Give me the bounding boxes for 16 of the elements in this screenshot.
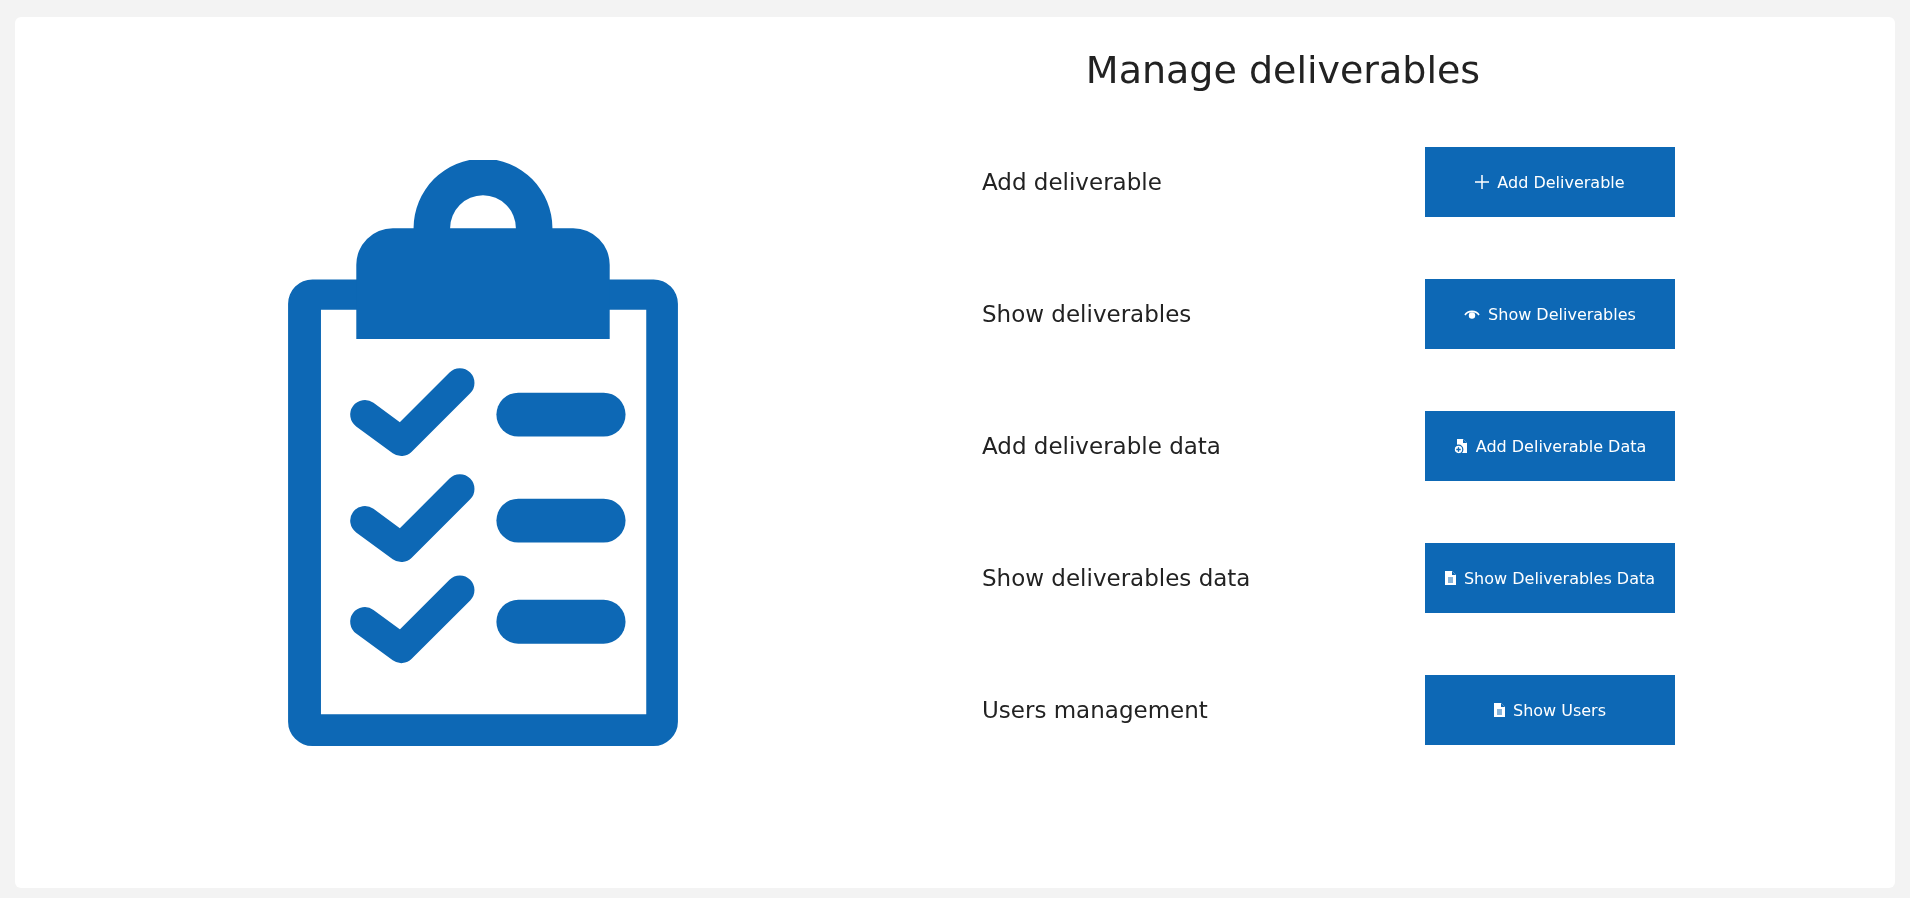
- plus-icon: [1475, 175, 1490, 189]
- action-label: Show deliverables data: [982, 565, 1252, 591]
- action-label: Add deliverable data: [982, 433, 1222, 459]
- document-icon: [1493, 703, 1505, 717]
- action-label: Add deliverable: [982, 169, 1163, 195]
- action-button[interactable]: Show Deliverables: [1425, 279, 1675, 349]
- action-button[interactable]: Add Deliverable Data: [1425, 411, 1675, 481]
- action-label: Users management: [982, 697, 1209, 723]
- file-plus-icon: [1453, 438, 1468, 454]
- action-button[interactable]: Add Deliverable: [1425, 147, 1675, 217]
- eye-icon: [1464, 308, 1481, 320]
- action-button[interactable]: Show Deliverables Data: [1425, 543, 1675, 613]
- page-title: Manage deliverables: [1084, 47, 1482, 93]
- document-icon: [1444, 571, 1456, 585]
- action-label: Show deliverables: [982, 301, 1193, 327]
- action-button[interactable]: Show Users: [1425, 675, 1675, 745]
